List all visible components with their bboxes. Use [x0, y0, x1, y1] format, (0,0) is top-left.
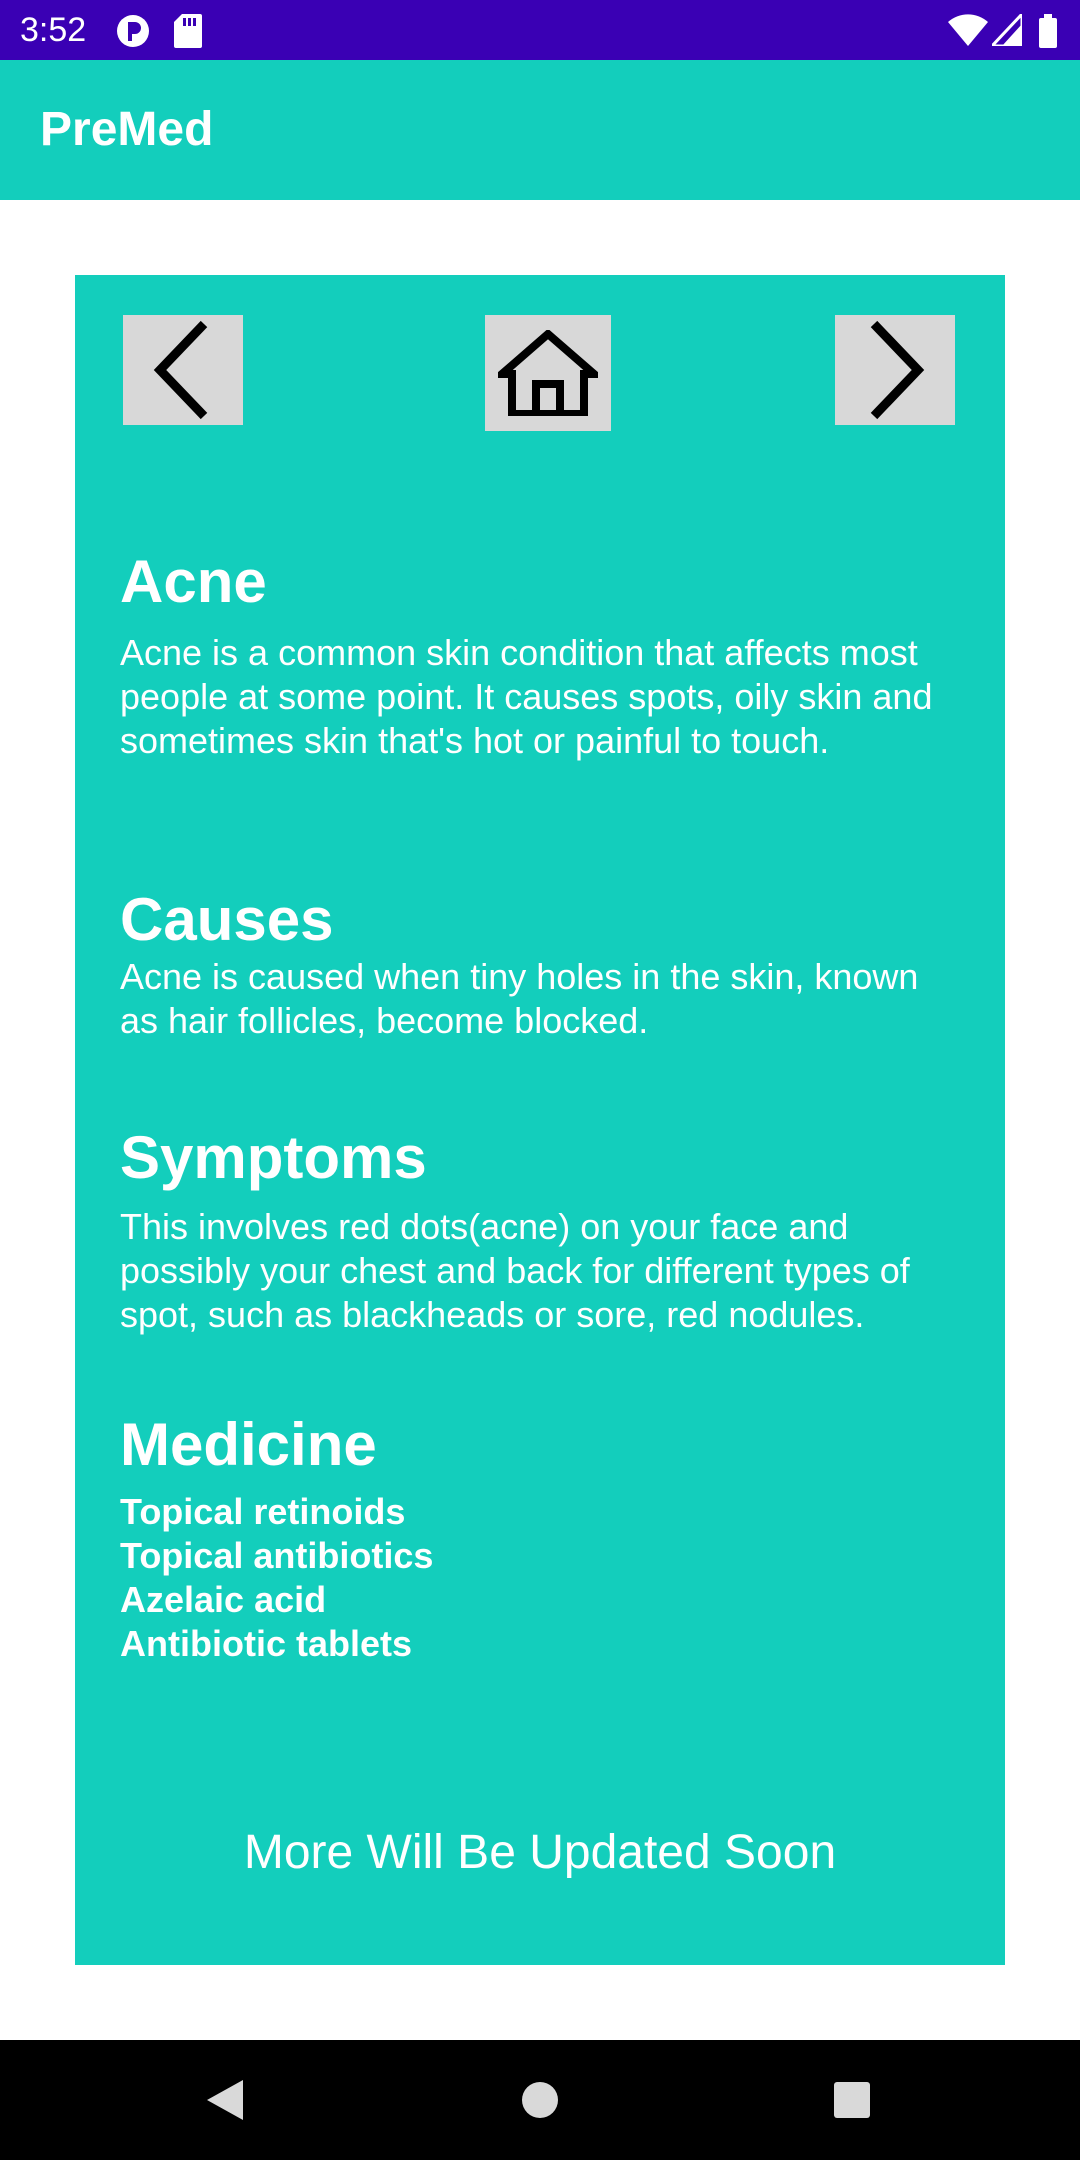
medicine-heading: Medicine: [120, 1411, 377, 1478]
system-nav-bar: [0, 2040, 1080, 2160]
symptoms-heading: Symptoms: [120, 1124, 427, 1191]
previous-button[interactable]: [123, 315, 243, 425]
back-triangle-icon: [207, 2080, 243, 2120]
sd-card-icon: [174, 14, 202, 53]
app-notification-icon: [116, 14, 150, 53]
app-title: PreMed: [40, 103, 214, 156]
medicine-item: Topical retinoids: [120, 1491, 406, 1532]
home-circle-icon: [522, 2082, 558, 2118]
chevron-right-icon: [870, 320, 925, 420]
content-card: Acne Acne is a common skin condition tha…: [75, 275, 1005, 1965]
battery-icon: [1038, 14, 1058, 53]
signal-icon: [988, 10, 1024, 51]
medicine-list: Topical retinoids Topical antibiotics Az…: [120, 1490, 433, 1666]
update-notice: More Will Be Updated Soon: [243, 1826, 837, 1879]
medicine-item: Azelaic acid: [120, 1579, 327, 1620]
recents-square-icon: [834, 2082, 870, 2118]
medicine-item: Antibiotic tablets: [120, 1623, 413, 1664]
next-button[interactable]: [835, 315, 955, 425]
causes-description: Acne is caused when tiny holes in the sk…: [120, 956, 919, 1041]
status-time: 3:52: [20, 11, 87, 49]
home-button[interactable]: [485, 315, 611, 431]
system-home-button[interactable]: [510, 2070, 570, 2130]
system-back-button[interactable]: [195, 2070, 255, 2130]
home-icon: [498, 330, 598, 416]
acne-heading: Acne: [120, 548, 267, 615]
wifi-icon: [948, 14, 988, 51]
symptoms-description: This involves red dots(acne) on your fac…: [120, 1206, 910, 1335]
chevron-left-icon: [153, 320, 208, 420]
causes-heading: Causes: [120, 886, 334, 953]
medicine-item: Topical antibiotics: [120, 1535, 434, 1576]
app-bar: PreMed: [0, 60, 1080, 200]
system-recents-button[interactable]: [822, 2070, 882, 2130]
acne-description: Acne is a common skin condition that aff…: [120, 632, 933, 761]
status-bar: 3:52: [0, 0, 1080, 60]
